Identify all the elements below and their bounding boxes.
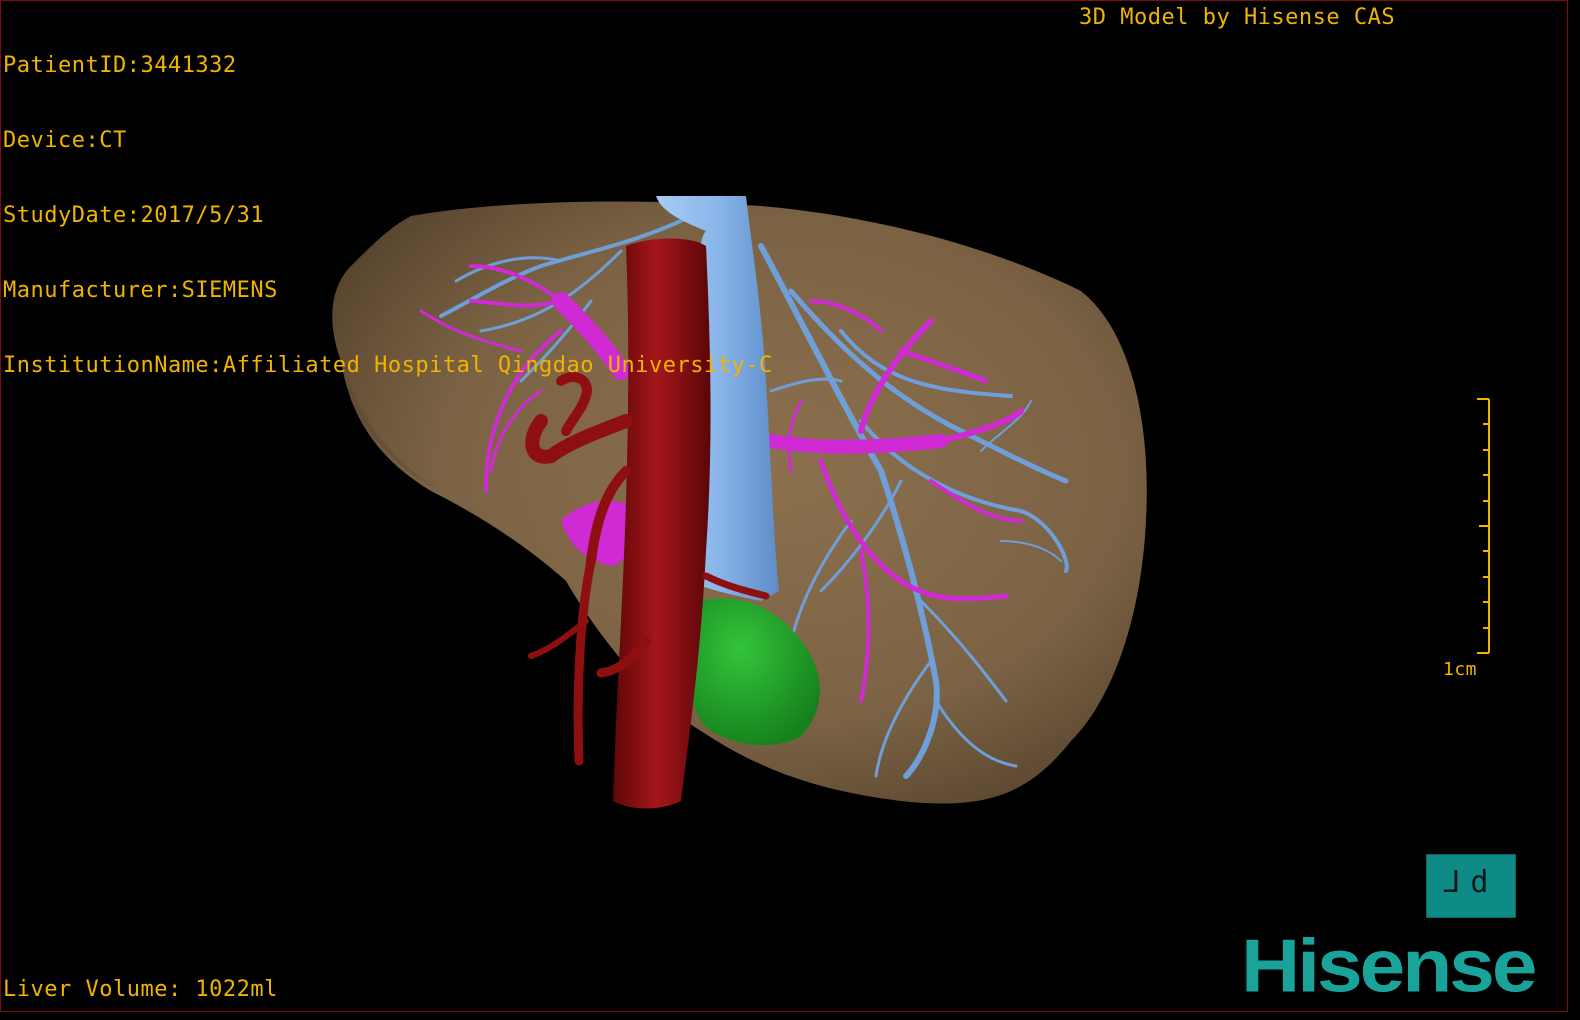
scale-bar-label: 1cm — [1443, 659, 1478, 680]
hisense-logo: Hisense — [1241, 924, 1538, 1009]
patient-id: PatientID:3441332 — [3, 53, 237, 78]
orientation-label: ⅃d — [1443, 865, 1499, 900]
liver-volume: Liver Volume: 1022ml — [3, 977, 278, 1002]
study-date: StudyDate:2017/5/31 — [3, 203, 265, 228]
scale-bar — [1477, 398, 1490, 654]
device: Device:CT — [3, 128, 127, 153]
3d-viewport[interactable]: PatientID:3441332 Device:CT StudyDate:20… — [0, 0, 1568, 1012]
model-credit: 3D Model by Hisense CAS — [1079, 5, 1396, 30]
institution-name: InstitutionName:Affiliated Hospital Qing… — [3, 353, 773, 378]
dicom-info-overlay: PatientID:3441332 Device:CT StudyDate:20… — [3, 3, 773, 428]
view-orientation-cube[interactable]: ⅃d — [1426, 854, 1516, 918]
manufacturer: Manufacturer:SIEMENS — [3, 278, 278, 303]
